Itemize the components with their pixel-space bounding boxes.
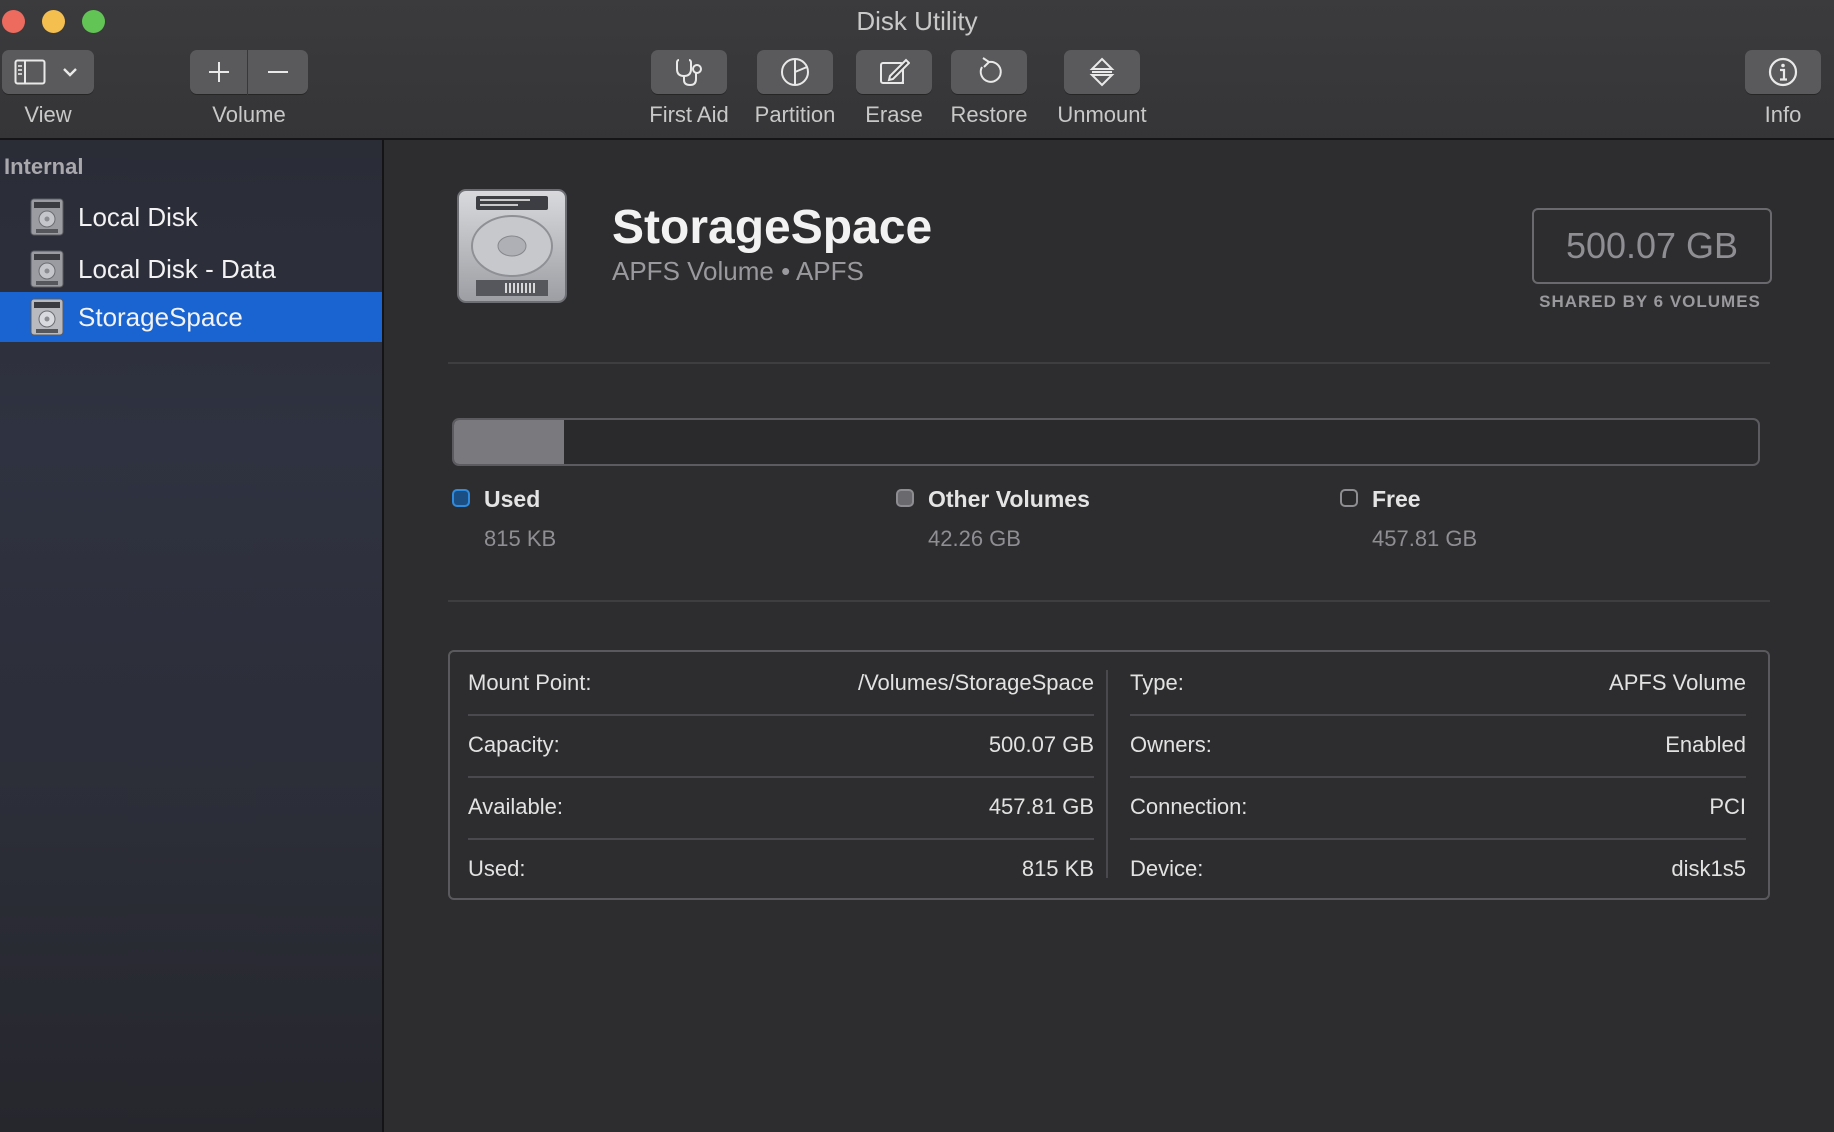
erase-icon (878, 57, 910, 87)
shared-volumes-note: SHARED BY 6 VOLUMES (1539, 292, 1761, 311)
hard-disk-icon (30, 298, 64, 336)
info-icon (1767, 56, 1799, 88)
info-button[interactable] (1745, 50, 1821, 94)
info-key: Mount Point: (468, 670, 592, 695)
info-value: 815 KB (1021, 856, 1094, 881)
sidebar: Internal Local Disk Local Disk - Data St… (0, 140, 384, 1132)
eject-icon (1088, 56, 1116, 88)
pie-chart-icon (779, 56, 811, 88)
free-swatch (1340, 489, 1358, 507)
column-divider (1106, 670, 1108, 878)
info-value: APFS Volume (1609, 670, 1746, 695)
view-button[interactable] (2, 50, 94, 94)
erase-label: Erase (865, 102, 923, 127)
capacity-box: 500.07 GB (1532, 208, 1772, 284)
hard-disk-icon (457, 189, 567, 303)
info-value: Enabled (1665, 732, 1746, 757)
info-value: /Volumes/StorageSpace (857, 670, 1094, 695)
volume-subtitle: APFS Volume • APFS (612, 256, 864, 286)
toolbar: Disk Utility View Volume First Aid Parti… (0, 0, 1834, 140)
sidebar-heading: Internal (4, 154, 84, 179)
first-aid-label: First Aid (649, 102, 729, 127)
volume-label: Volume (212, 102, 286, 127)
info-row-used: Used: 815 KB (468, 838, 1094, 900)
restore-label: Restore (950, 102, 1028, 127)
sidebar-item-local-disk-data[interactable]: Local Disk - Data (0, 244, 382, 294)
sidebar-item-storagespace[interactable]: StorageSpace (0, 292, 382, 342)
legend-value: 457.81 GB (1372, 526, 1478, 551)
legend-label: Free (1372, 486, 1421, 512)
minus-icon (266, 60, 290, 84)
info-key: Available: (468, 794, 563, 819)
info-key: Owners: (1130, 732, 1212, 757)
legend-label: Other Volumes (928, 486, 1090, 512)
legend-label: Used (484, 486, 541, 512)
info-row-mount-point: Mount Point: /Volumes/StorageSpace (468, 652, 1094, 716)
legend-value: 815 KB (484, 526, 557, 551)
info-value: PCI (1709, 794, 1746, 819)
info-row-type: Type: APFS Volume (1130, 652, 1746, 716)
info-key: Device: (1130, 856, 1204, 881)
info-value: disk1s5 (1671, 856, 1746, 881)
unmount-label: Unmount (1057, 102, 1147, 127)
add-volume-button[interactable] (190, 50, 247, 94)
info-row-capacity: Capacity: 500.07 GB (468, 714, 1094, 778)
partition-label: Partition (754, 102, 836, 127)
unmount-button[interactable] (1064, 50, 1140, 94)
view-label: View (24, 102, 72, 127)
other-volumes-swatch (896, 489, 914, 507)
info-key: Connection: (1130, 794, 1248, 819)
sidebar-item-label: Local Disk - Data (78, 253, 276, 284)
first-aid-button[interactable] (651, 50, 727, 94)
legend-value: 42.26 GB (928, 526, 1021, 551)
usage-bar (452, 418, 1760, 466)
info-value: 457.81 GB (988, 794, 1094, 819)
sidebar-item-label: StorageSpace (78, 301, 243, 332)
sidebar-item-label: Local Disk (78, 201, 198, 232)
restore-button[interactable] (951, 50, 1027, 94)
volume-info-table: Mount Point: /Volumes/StorageSpace Capac… (448, 650, 1770, 900)
info-key: Used: (468, 856, 526, 881)
restore-icon (973, 56, 1005, 88)
info-row-device: Device: disk1s5 (1130, 838, 1746, 900)
hard-disk-icon (30, 250, 64, 288)
sidebar-toggle-icon (14, 59, 46, 85)
info-row-available: Available: 457.81 GB (468, 776, 1094, 840)
chevron-down-icon (62, 66, 78, 78)
divider (448, 362, 1770, 364)
volume-name: StorageSpace (612, 201, 933, 254)
plus-icon (207, 60, 231, 84)
info-value: 500.07 GB (988, 732, 1094, 757)
info-key: Capacity: (468, 732, 560, 757)
info-row-owners: Owners: Enabled (1130, 714, 1746, 778)
stethoscope-icon (673, 57, 705, 87)
hard-disk-icon (30, 198, 64, 236)
used-swatch (452, 489, 470, 507)
window-title: Disk Utility (856, 6, 978, 36)
divider (448, 600, 1770, 602)
sidebar-item-local-disk[interactable]: Local Disk (0, 192, 382, 242)
info-key: Type: (1130, 670, 1184, 695)
info-label: Info (1764, 102, 1802, 127)
usage-bar-other-volumes (454, 420, 567, 464)
erase-button[interactable] (856, 50, 932, 94)
volume-detail-pane: StorageSpace APFS Volume • APFS 500.07 G… (384, 140, 1834, 1132)
info-row-connection: Connection: PCI (1130, 776, 1746, 840)
remove-volume-button[interactable] (248, 50, 308, 94)
partition-button[interactable] (757, 50, 833, 94)
